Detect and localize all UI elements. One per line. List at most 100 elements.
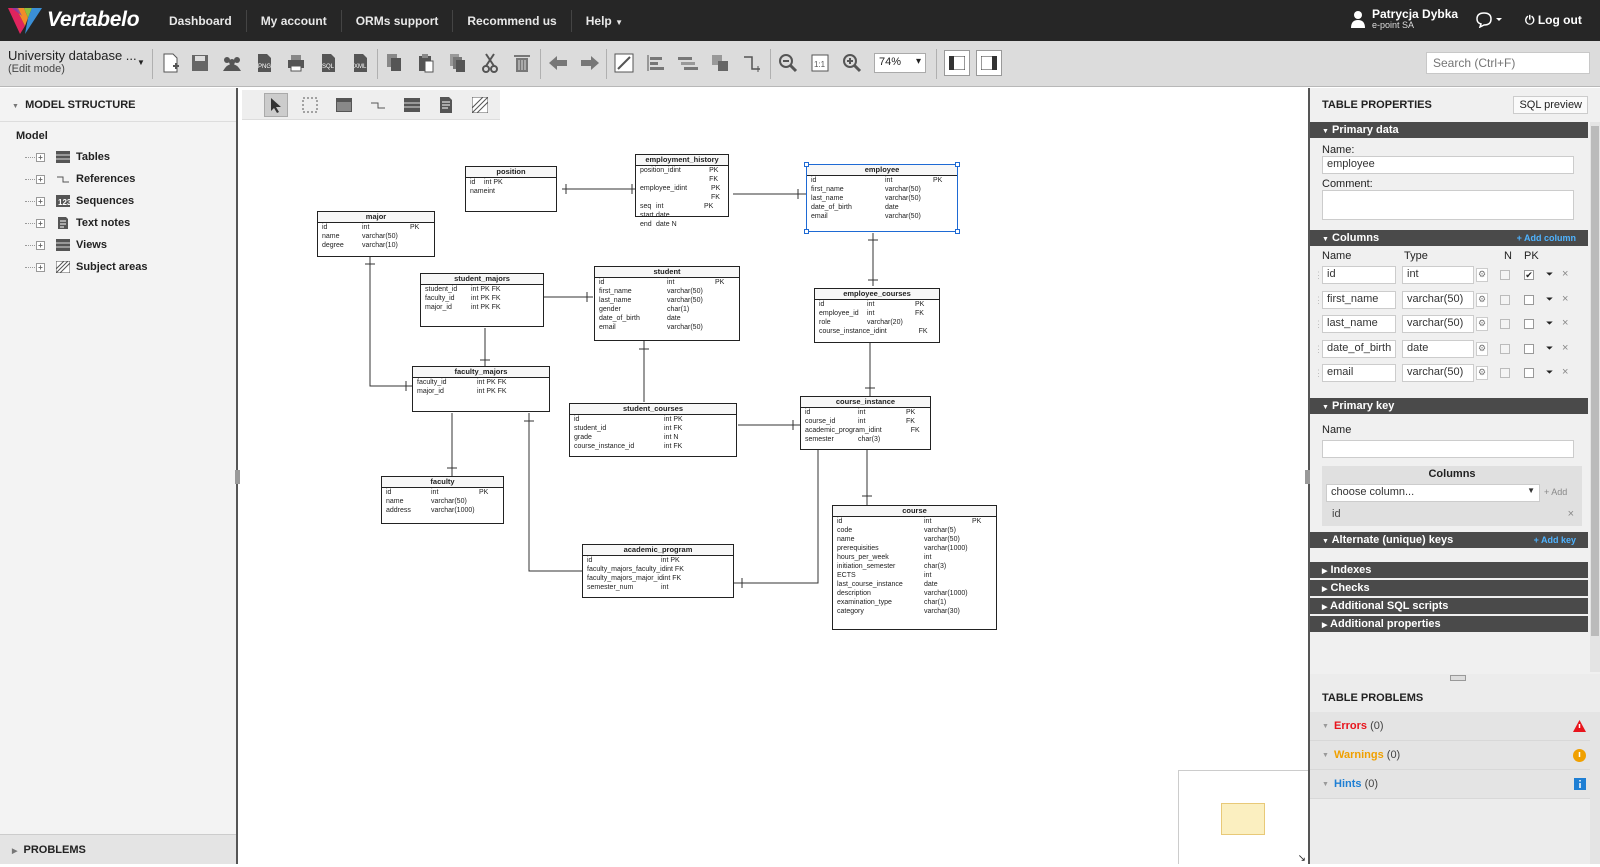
tree-item-sequences[interactable]: +123 Sequences	[16, 190, 236, 212]
pk-checkbox[interactable]	[1524, 368, 1534, 378]
nullable-checkbox[interactable]	[1500, 368, 1510, 378]
tree-item-references[interactable]: + References	[16, 168, 236, 190]
entity-faculty[interactable]: faculty id int PK name varchar(50) address varc…	[381, 476, 504, 524]
minimap[interactable]: ↘	[1178, 770, 1308, 864]
add-column-link[interactable]: + Add column	[1517, 230, 1576, 246]
nullable-checkbox[interactable]	[1500, 343, 1510, 354]
type-settings-icon[interactable]: ⚙	[1476, 341, 1488, 356]
pk-name-input[interactable]	[1322, 440, 1574, 458]
section-indexes[interactable]: ▶ Indexes	[1310, 562, 1588, 578]
section-additional-properties[interactable]: ▶ Additional properties	[1310, 616, 1588, 632]
remove-column-icon[interactable]: ×	[1562, 366, 1568, 378]
add-pk-column-button[interactable]: + Add	[1544, 487, 1567, 497]
expand-icon[interactable]: +	[36, 196, 45, 206]
column-options-icon[interactable]: ⏷	[1546, 294, 1553, 305]
remove-column-icon[interactable]: ×	[1562, 268, 1568, 280]
new-document-icon[interactable]	[158, 51, 182, 75]
entity-position[interactable]: position id int PK name int	[465, 166, 557, 212]
zoom-actual-icon[interactable]: 1:1	[808, 51, 832, 75]
entity-employment-history[interactable]: employment_history position_id int PK FK emp…	[635, 154, 729, 228]
nav-dashboard[interactable]: Dashboard	[155, 9, 247, 32]
selection-handle[interactable]	[804, 162, 809, 167]
problems-panel-header[interactable]: ▶ PROBLEMS	[0, 834, 236, 864]
tree-item-subject-areas[interactable]: + Subject areas	[16, 256, 236, 278]
selection-handle[interactable]	[955, 162, 960, 167]
type-settings-icon[interactable]: ⚙	[1476, 268, 1488, 282]
resize-icon[interactable]: ↘	[1298, 853, 1306, 864]
column-options-icon[interactable]: ⏷	[1546, 367, 1553, 378]
entity-major[interactable]: major id int PK name varchar(50) degree varchar…	[317, 211, 435, 257]
model-structure-header[interactable]: ▼ MODEL STRUCTURE	[0, 88, 236, 122]
type-settings-icon[interactable]: ⚙	[1476, 366, 1488, 380]
column-name-input[interactable]: last_name	[1322, 315, 1396, 333]
entity-student-majors[interactable]: student_majors student_id int PK FK faculty…	[420, 273, 544, 327]
reference-route-icon[interactable]	[740, 51, 764, 75]
column-type-input[interactable]: varchar(50)	[1402, 315, 1474, 333]
choose-column-select[interactable]: choose column... ▼	[1326, 484, 1540, 502]
edit-style-icon[interactable]	[612, 51, 636, 75]
pk-checkbox[interactable]	[1524, 294, 1534, 305]
warnings-row[interactable]: ▼ Warnings (0)	[1310, 741, 1600, 770]
entity-academic-program[interactable]: academic_program id int PK faculty_majors_f…	[582, 544, 734, 598]
nav-my-account[interactable]: My account	[247, 9, 342, 32]
section-primary-data[interactable]: ▼ Primary data	[1310, 122, 1588, 138]
export-sql-icon[interactable]: SQL	[316, 51, 340, 75]
problems-scrollbar[interactable]	[1590, 712, 1600, 864]
minimap-viewport[interactable]	[1221, 803, 1265, 835]
hints-row[interactable]: ▼ Hints (0)	[1310, 770, 1600, 799]
expand-icon[interactable]: +	[36, 174, 45, 184]
copy-icon[interactable]	[382, 51, 406, 75]
add-key-link[interactable]: + Add key	[1534, 532, 1576, 548]
expand-icon[interactable]: +	[36, 262, 45, 272]
selection-handle[interactable]	[804, 229, 809, 234]
section-additional-sql-scripts[interactable]: ▶ Additional SQL scripts	[1310, 598, 1588, 614]
right-splitter-handle[interactable]	[1305, 470, 1310, 484]
export-xml-icon[interactable]: XML	[348, 51, 372, 75]
column-name-input[interactable]: email	[1322, 364, 1396, 382]
selection-handle[interactable]	[955, 229, 960, 234]
remove-column-icon[interactable]: ×	[1562, 342, 1568, 354]
undo-icon[interactable]	[546, 51, 570, 75]
search-input[interactable]	[1426, 52, 1590, 74]
entity-faculty-majors[interactable]: faculty_majors faculty_id int PK FK major_i…	[412, 366, 550, 412]
user-menu[interactable]: Patrycja Dybka e-point SA	[1350, 8, 1458, 30]
section-checks[interactable]: ▶ Checks	[1310, 580, 1588, 596]
nullable-checkbox[interactable]	[1500, 294, 1510, 305]
right-panel-toggle-icon[interactable]	[976, 50, 1002, 76]
align-left-icon[interactable]	[644, 51, 668, 75]
duplicate-icon[interactable]	[446, 51, 470, 75]
column-type-input[interactable]: varchar(50)	[1402, 364, 1474, 382]
column-type-input[interactable]: varchar(50)	[1402, 290, 1474, 309]
entity-student[interactable]: student id int PK first_name varchar(50) last_…	[594, 266, 740, 341]
entity-course[interactable]: course id int PK code varchar(5) name varchar(5…	[832, 505, 997, 630]
nullable-checkbox[interactable]	[1500, 319, 1510, 329]
arrange-layers-icon[interactable]	[708, 51, 732, 75]
left-panel-toggle-icon[interactable]	[944, 50, 970, 76]
chat-icon[interactable]	[1476, 12, 1504, 31]
share-users-icon[interactable]	[220, 51, 244, 75]
nav-recommend-us[interactable]: Recommend us	[453, 9, 572, 32]
section-alternate-keys[interactable]: ▼ Alternate (unique) keys + Add key	[1310, 532, 1588, 548]
column-type-input[interactable]: date	[1402, 339, 1474, 358]
distribute-icon[interactable]	[676, 51, 700, 75]
print-icon[interactable]	[284, 51, 308, 75]
pk-checkbox[interactable]: ✔	[1524, 270, 1534, 280]
entity-student-courses[interactable]: student_courses id int PK student_id int FK g…	[569, 403, 737, 457]
table-name-input[interactable]: employee	[1322, 156, 1574, 174]
tree-item-views[interactable]: + Views	[16, 234, 236, 256]
sql-preview-button[interactable]: SQL preview	[1513, 96, 1588, 114]
model-title[interactable]: University database ... (Edit mode)	[8, 48, 137, 75]
entity-employee-courses[interactable]: employee_courses id int PK employee_id int FK r…	[814, 288, 940, 343]
pk-checkbox[interactable]	[1524, 343, 1534, 354]
column-name-input[interactable]: date_of_birth	[1322, 339, 1396, 358]
type-settings-icon[interactable]: ⚙	[1476, 317, 1488, 331]
pk-checkbox[interactable]	[1524, 319, 1534, 329]
redo-icon[interactable]	[578, 51, 602, 75]
nav-orms-support[interactable]: ORMs support	[342, 9, 454, 32]
nullable-checkbox[interactable]	[1500, 270, 1510, 280]
column-options-icon[interactable]: ⏷	[1546, 318, 1553, 329]
cut-icon[interactable]	[478, 51, 502, 75]
column-type-input[interactable]: int	[1402, 266, 1474, 284]
expand-icon[interactable]: +	[36, 218, 45, 228]
remove-icon[interactable]: ×	[1568, 508, 1574, 520]
